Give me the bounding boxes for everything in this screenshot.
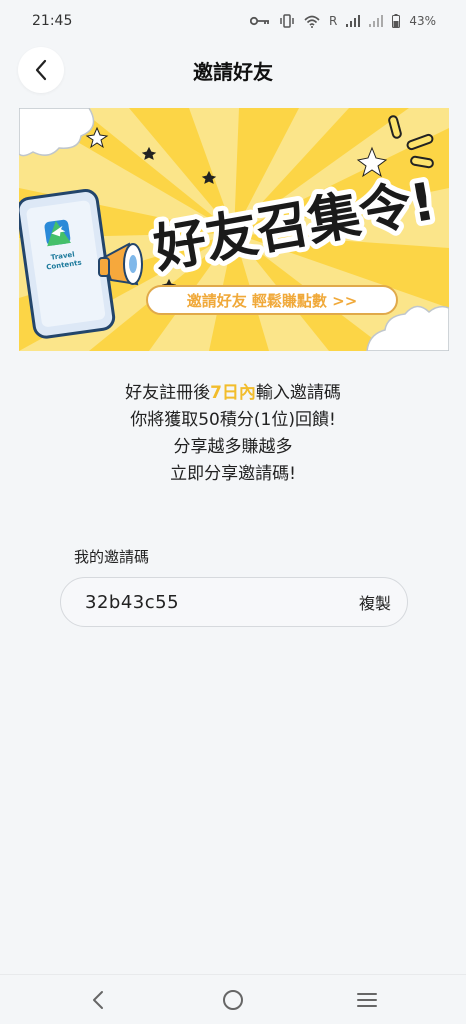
nav-home-button[interactable] [218, 987, 248, 1013]
invite-code-label: 我的邀請碼 [74, 548, 150, 566]
desc-line-1-after: 輸入邀請碼 [255, 383, 341, 403]
copy-button[interactable]: 複製 [359, 590, 391, 614]
status-icons: R 43% [249, 14, 436, 28]
invite-code-value: 32b43c55 [85, 591, 180, 613]
desc-line-4: 立即分享邀請碼! [170, 464, 296, 484]
wifi-icon [304, 15, 320, 28]
vibrate-icon [279, 14, 295, 28]
key-icon [249, 16, 270, 26]
desc-line-2: 你將獲取50積分(1位)回饋! [130, 410, 336, 430]
nav-back-button[interactable] [83, 987, 113, 1013]
nav-home-icon [223, 990, 243, 1010]
desc-highlight: 7日內 [210, 383, 256, 403]
signal-icon [346, 15, 361, 27]
battery-level: 43% [409, 14, 436, 28]
battery-icon [392, 14, 401, 28]
status-bar: 21:45 R 43% [0, 0, 466, 42]
desc-line-1: 好友註冊後7日內輸入邀請碼 [0, 380, 466, 407]
signal-weak-icon [369, 15, 384, 27]
nav-recents-button[interactable] [352, 987, 382, 1013]
page-title: 邀請好友 [193, 60, 273, 84]
roaming-indicator: R [328, 14, 338, 28]
nav-recents-icon [357, 993, 377, 1007]
invite-banner[interactable]: Travel Contents 好友召集令! 好友召集令! 邀請好友 輕鬆賺點數… [19, 108, 449, 351]
desc-line-3: 分享越多賺越多 [173, 437, 293, 457]
nav-back-icon [93, 991, 103, 1009]
banner-cta-text: 邀請好友 輕鬆賺點數 >> [187, 292, 358, 310]
app-logo-icon [44, 219, 71, 247]
system-nav-bar [0, 974, 466, 1024]
invite-description: 好友註冊後7日內輸入邀請碼 你將獲取50積分(1位)回饋! 分享越多賺越多 立即… [0, 380, 466, 488]
desc-line-1-before: 好友註冊後 [125, 383, 211, 403]
status-time: 21:45 [32, 13, 73, 29]
invite-code-box: 32b43c55 複製 [60, 577, 408, 627]
app-header: 邀請好友 [0, 42, 466, 98]
